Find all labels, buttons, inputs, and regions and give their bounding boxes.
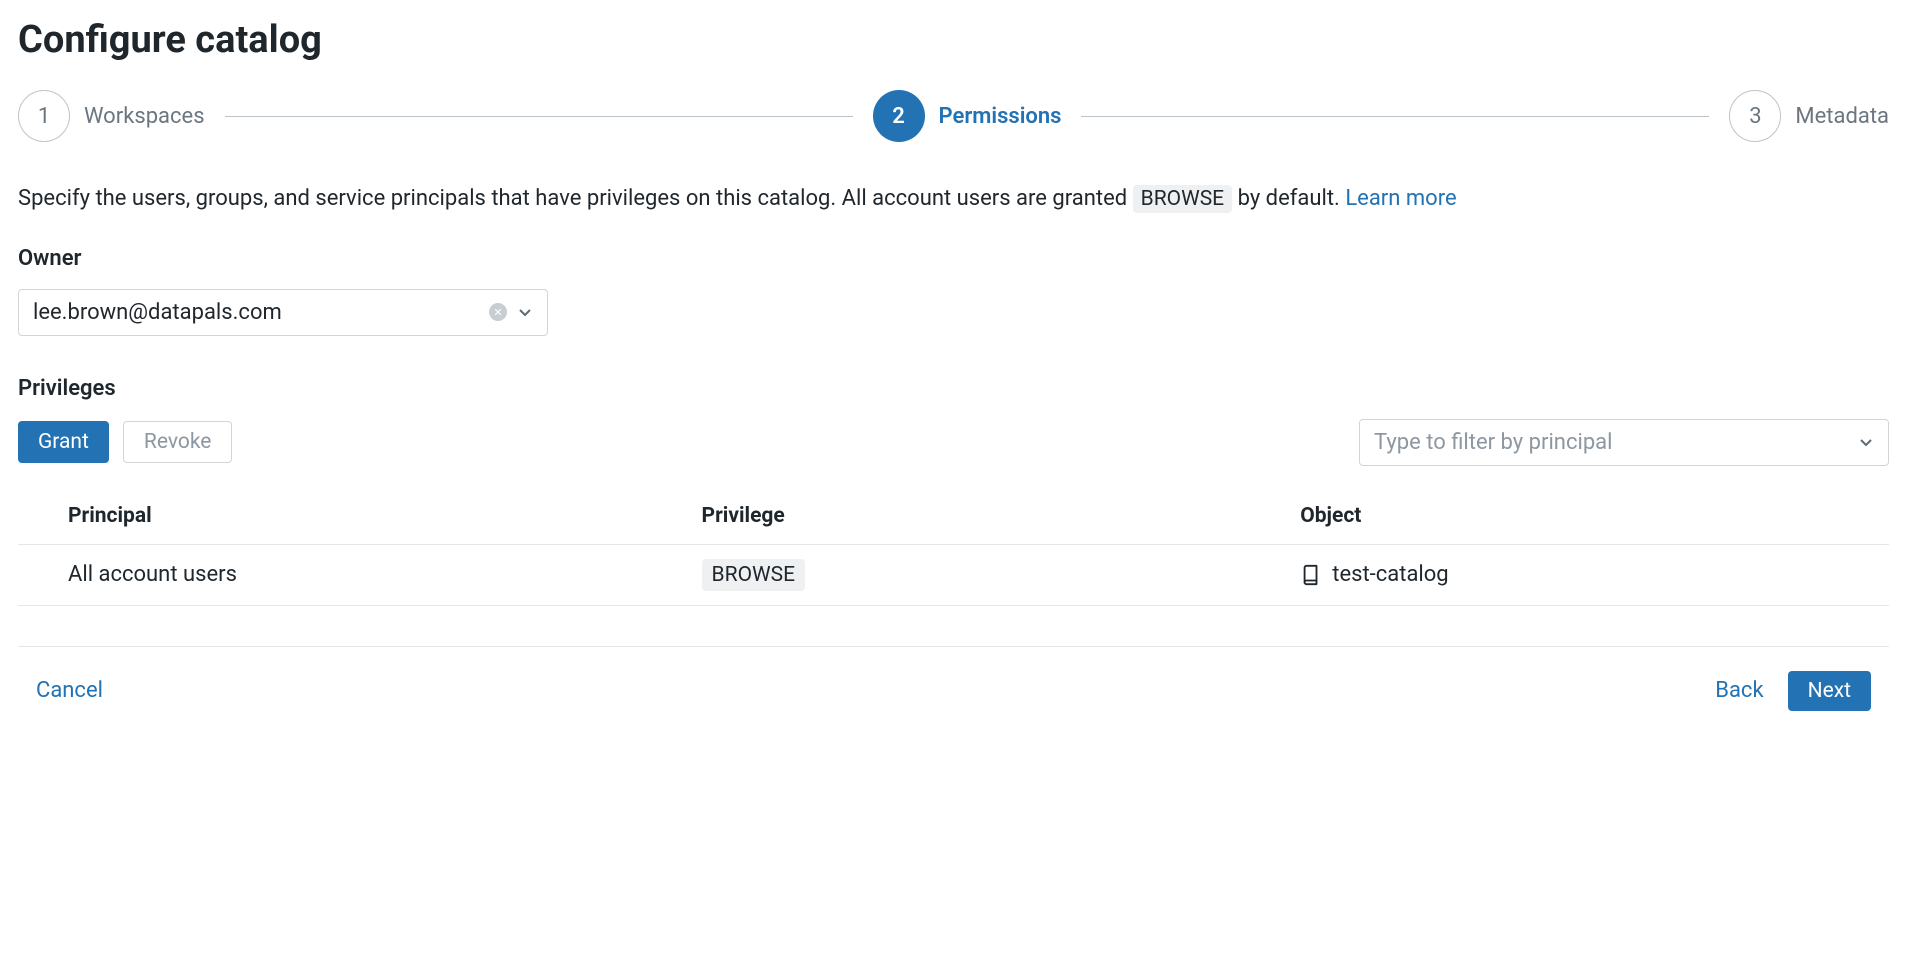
col-object: Object [1290,488,1889,545]
description-prefix: Specify the users, groups, and service p… [18,186,1133,211]
catalog-icon [1300,564,1322,586]
revoke-button[interactable]: Revoke [123,421,233,463]
owner-label: Owner [18,246,1889,271]
privileges-table: Principal Privilege Object All account u… [18,488,1889,606]
filter-placeholder: Type to filter by principal [1374,430,1613,455]
owner-value: lee.brown@datapals.com [33,300,282,325]
step-workspaces[interactable]: 1 Workspaces [18,90,205,142]
cell-object: test-catalog [1290,544,1889,605]
step-label-workspaces: Workspaces [84,104,205,129]
description-text: Specify the users, groups, and service p… [18,182,1889,216]
footer-divider [18,646,1889,647]
step-metadata[interactable]: 3 Metadata [1729,90,1889,142]
chevron-down-icon[interactable] [1858,434,1874,450]
stepper: 1 Workspaces 2 Permissions 3 Metadata [18,90,1889,142]
clear-icon[interactable]: ✕ [489,303,507,321]
description-suffix: by default. [1232,186,1345,211]
grant-button[interactable]: Grant [18,421,109,463]
step-circle-1: 1 [18,90,70,142]
back-button[interactable]: Back [1715,678,1763,703]
learn-more-link[interactable]: Learn more [1345,186,1456,211]
cancel-button[interactable]: Cancel [36,678,103,703]
step-divider [1081,116,1709,117]
owner-select[interactable]: lee.brown@datapals.com ✕ [18,289,548,336]
cell-privilege: BROWSE [692,544,1291,605]
step-circle-2: 2 [873,90,925,142]
privilege-badge: BROWSE [702,559,806,591]
object-name: test-catalog [1332,562,1448,587]
privileges-label: Privileges [18,376,1889,401]
browse-chip: BROWSE [1133,185,1233,213]
step-label-metadata: Metadata [1795,104,1889,129]
chevron-down-icon[interactable] [517,304,533,320]
step-permissions[interactable]: 2 Permissions [873,90,1062,142]
cell-principal: All account users [18,544,692,605]
filter-principal-select[interactable]: Type to filter by principal [1359,419,1889,466]
col-principal: Principal [18,488,692,545]
next-button[interactable]: Next [1788,671,1871,711]
page-title: Configure catalog [18,18,1889,62]
privileges-actions: Grant Revoke Type to filter by principal [18,419,1889,466]
table-row[interactable]: All account users BROWSE test-catalog [18,544,1889,605]
step-circle-3: 3 [1729,90,1781,142]
footer: Cancel Back Next [18,671,1889,721]
col-privilege: Privilege [692,488,1291,545]
step-divider [225,116,853,117]
step-label-permissions: Permissions [939,104,1062,129]
